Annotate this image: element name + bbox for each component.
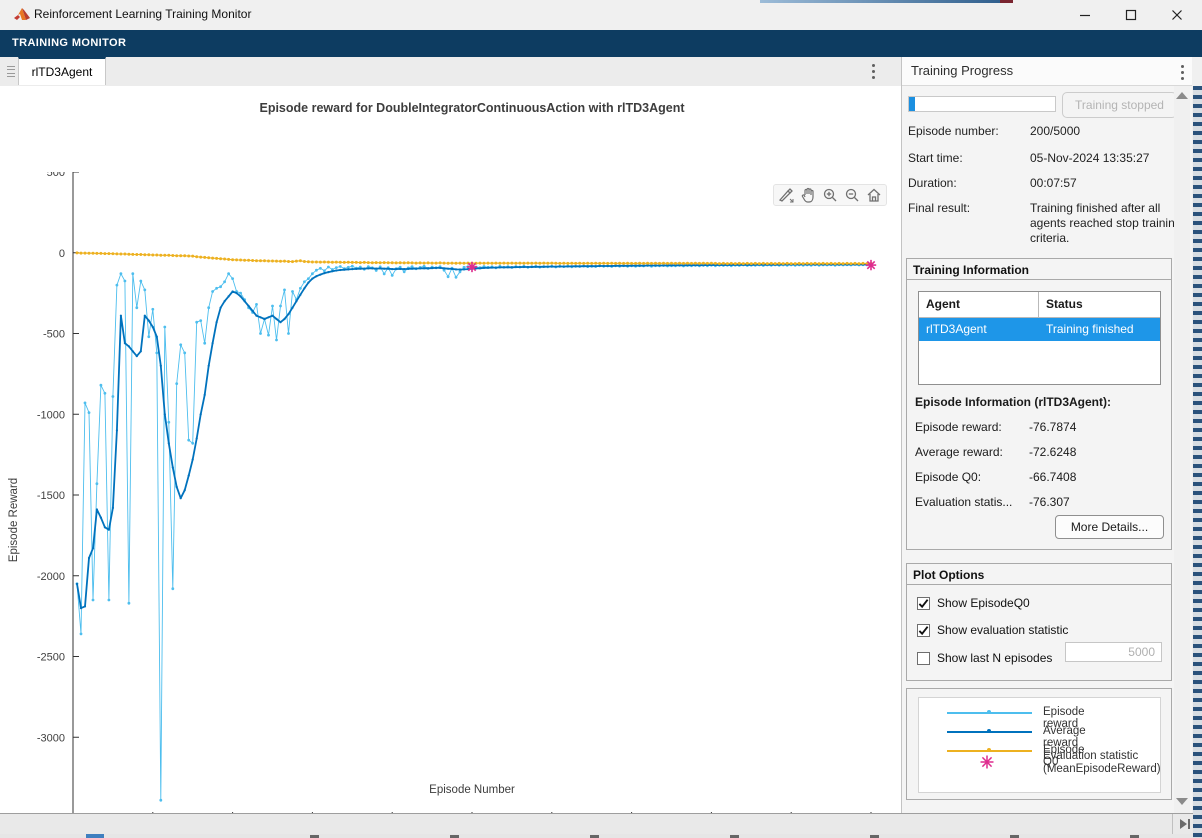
svg-text:0: 0 — [59, 248, 65, 260]
field-value: 200/5000 — [1030, 124, 1182, 139]
stat-value: -72.6248 — [1029, 445, 1076, 459]
stat-label: Episode reward: — [915, 420, 1002, 434]
bottom-scroll-strip[interactable] — [0, 813, 1202, 834]
tab-rltd3agent[interactable]: rlTD3Agent — [18, 57, 106, 85]
title-bar: Reinforcement Learning Training Monitor — [0, 0, 1202, 31]
tab-label: rlTD3Agent — [32, 65, 93, 79]
more-details-button[interactable]: More Details... — [1055, 515, 1164, 539]
checkbox-icon[interactable] — [917, 597, 930, 610]
field-label: Episode number: — [908, 124, 999, 138]
background-window-sliver-top — [760, 0, 1000, 3]
stat-value: -66.7408 — [1029, 470, 1076, 484]
close-button[interactable] — [1154, 0, 1200, 30]
stat-value: -76.7874 — [1029, 420, 1076, 434]
field-label: Final result: — [908, 201, 970, 215]
training-stopped-button[interactable]: Training stopped — [1062, 92, 1177, 118]
chart-title: Episode reward for DoubleIntegratorConti… — [73, 101, 871, 115]
background-window-sliver-right — [1193, 86, 1202, 838]
svg-text:-2500: -2500 — [37, 652, 65, 664]
checkbox-icon[interactable] — [917, 624, 930, 637]
toolstrip: TRAINING MONITOR — [0, 30, 1202, 57]
figure-area: Episode reward for DoubleIntegratorConti… — [0, 86, 901, 813]
episode-information-title: Episode Information (rlTD3Agent): — [915, 395, 1111, 409]
checkbox-show-last-n-episodes[interactable]: Show last N episodes — [917, 650, 1052, 666]
matlab-logo-icon — [13, 6, 31, 24]
svg-text:500: 500 — [47, 172, 65, 179]
column-status: Status — [1039, 292, 1160, 317]
window-title: Reinforcement Learning Training Monitor — [34, 7, 251, 21]
cell-agent: rlTD3Agent — [919, 318, 1039, 341]
field-value: Training finished after all agents reach… — [1030, 201, 1182, 246]
document-tab-bar: rlTD3Agent — [0, 57, 902, 87]
stat-value: -76.307 — [1029, 495, 1070, 509]
reward-plot[interactable]: 5000-500-1000-1500-2000-2500-3000-350002… — [0, 172, 901, 813]
checkbox-show-evaluation-statistic[interactable]: Show evaluation statistic — [917, 622, 1068, 638]
field-label: Duration: — [908, 176, 957, 190]
cell-status: Training finished — [1039, 318, 1160, 341]
legend-label: Evaluation statistic — [1043, 750, 1161, 763]
legend-marker-dot — [987, 729, 991, 733]
panel-options-menu-icon[interactable] — [1181, 65, 1184, 80]
stat-label: Average reward: — [915, 445, 1003, 459]
training-information-section: Training Information Agent Status rlTD3A… — [906, 258, 1172, 550]
plot-options-section: Plot Options Show EpisodeQ0 Show evaluat… — [906, 563, 1172, 681]
y-axis-label: Episode Reward — [8, 450, 20, 590]
table-header-row: Agent Status — [919, 292, 1160, 318]
svg-text:-500: -500 — [43, 329, 65, 341]
training-progress-header: Training Progress — [902, 57, 1192, 86]
scroll-up-icon[interactable] — [1176, 92, 1188, 99]
svg-text:-1000: -1000 — [37, 409, 65, 421]
stat-label: Evaluation statis... — [915, 495, 1012, 509]
skip-to-end-icon[interactable] — [1178, 817, 1192, 831]
agent-status-table[interactable]: Agent Status rlTD3Agent Training finishe… — [918, 291, 1161, 385]
tab-options-menu-icon[interactable] — [872, 64, 875, 79]
x-axis-label: Episode Number — [372, 784, 572, 796]
svg-text:-3000: -3000 — [37, 732, 65, 744]
legend-box: Episode reward Average reward Episode Q0… — [918, 697, 1161, 793]
dock-grip-icon[interactable] — [5, 64, 17, 79]
checkbox-label: Show evaluation statistic — [937, 623, 1068, 637]
training-progress-bar — [908, 96, 1056, 112]
training-progress-title: Training Progress — [911, 63, 1013, 78]
background-window-sliver-top-red — [1000, 0, 1013, 3]
field-value: 05-Nov-2024 13:35:27 — [1030, 151, 1182, 166]
legend-label-line2: (MeanEpisodeReward) — [1043, 763, 1161, 776]
legend-section: Episode reward Average reward Episode Q0… — [906, 688, 1172, 800]
stat-label: Episode Q0: — [915, 470, 981, 484]
legend-item-evaluation-statistic[interactable]: Evaluation statistic (MeanEpisodeReward) — [1043, 750, 1161, 776]
toolstrip-tab-training-monitor[interactable]: TRAINING MONITOR — [12, 37, 126, 49]
legend-marker-dot — [987, 710, 991, 714]
legend-asterisk-icon — [979, 754, 995, 770]
svg-text:-1500: -1500 — [37, 490, 65, 502]
legend-marker-dot — [987, 748, 991, 752]
field-label: Start time: — [908, 151, 963, 165]
column-agent: Agent — [919, 292, 1039, 317]
panel-vertical-scrollbar[interactable] — [1174, 86, 1190, 813]
checkbox-label: Show last N episodes — [937, 651, 1052, 665]
n-episodes-input[interactable] — [1065, 642, 1162, 662]
cutoff-window-sliver-bottom — [0, 834, 1202, 838]
scroll-down-icon[interactable] — [1176, 798, 1188, 805]
checkbox-show-episodeq0[interactable]: Show EpisodeQ0 — [917, 595, 1030, 611]
training-progress-fill — [909, 97, 915, 111]
training-information-title: Training Information — [907, 259, 1171, 280]
cutoff-blue-chip — [86, 834, 104, 838]
field-value: 00:07:57 — [1030, 176, 1182, 191]
minimize-button[interactable] — [1062, 0, 1108, 30]
table-row[interactable]: rlTD3Agent Training finished — [919, 318, 1160, 341]
svg-text:-2000: -2000 — [37, 571, 65, 583]
maximize-button[interactable] — [1108, 0, 1154, 30]
bottom-strip-divider — [1172, 814, 1173, 835]
training-progress-panel: Training stopped Episode number: 200/500… — [902, 86, 1192, 813]
checkbox-icon[interactable] — [917, 652, 930, 665]
checkbox-label: Show EpisodeQ0 — [937, 596, 1030, 610]
plot-options-title: Plot Options — [907, 564, 1171, 585]
